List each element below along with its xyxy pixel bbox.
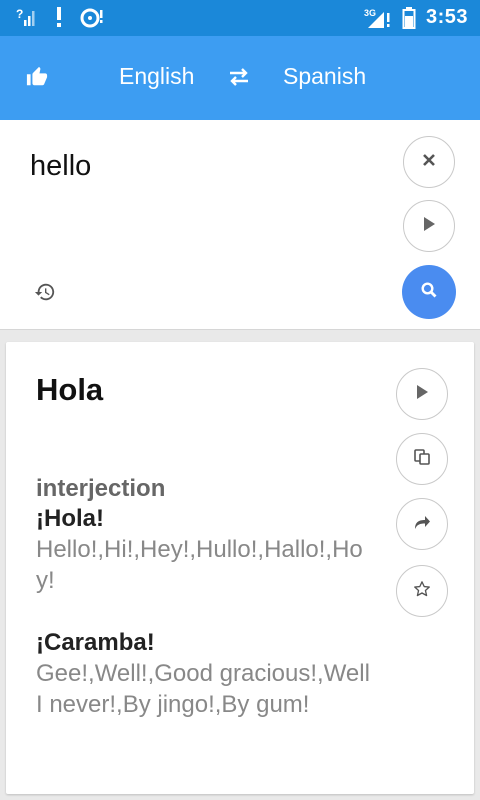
speak-input-button[interactable] xyxy=(403,200,455,252)
result-card: Hola interjection ¡Hola! Hello!,Hi!,Hey!… xyxy=(6,342,474,794)
swap-icon[interactable] xyxy=(228,67,250,87)
source-text-input[interactable]: hello xyxy=(30,150,91,183)
signal-3g-icon: 3G xyxy=(364,7,392,29)
headword: ¡Caramba! xyxy=(36,629,155,656)
play-icon xyxy=(422,216,436,237)
part-of-speech: interjection xyxy=(36,475,166,502)
svg-text:3G: 3G xyxy=(364,8,376,18)
copy-icon xyxy=(413,448,431,471)
disk-alert-icon xyxy=(80,6,106,28)
app-bar: English Spanish xyxy=(0,36,480,120)
favorite-button[interactable] xyxy=(396,565,448,617)
alert-icon xyxy=(54,6,64,28)
meanings: Hello!,Hi!,Hey!,Hullo!,Hallo!,Hoy! xyxy=(36,536,363,594)
share-button[interactable] xyxy=(396,498,448,550)
dictionary-entries: interjection ¡Hola! Hello!,Hi!,Hey!,Hull… xyxy=(36,474,378,720)
clear-button[interactable] xyxy=(403,136,455,188)
clock: 3:53 xyxy=(425,6,468,28)
list-item: interjection ¡Hola! Hello!,Hi!,Hey!,Hull… xyxy=(36,474,378,596)
status-bar: ? 3G 3:53 xyxy=(0,0,480,36)
list-item: ¡Caramba! Gee!,Well!,Good gracious!,Well… xyxy=(36,628,378,720)
copy-button[interactable] xyxy=(396,433,448,485)
battery-icon xyxy=(402,6,416,29)
translation-title: Hola xyxy=(36,372,104,407)
source-language-button[interactable]: English xyxy=(119,63,194,90)
signal-unknown-icon: ? xyxy=(16,6,38,28)
thumbs-up-icon[interactable] xyxy=(26,66,48,88)
target-language-button[interactable]: Spanish xyxy=(283,63,366,90)
play-icon xyxy=(415,384,429,405)
input-panel: hello xyxy=(0,120,480,330)
share-icon xyxy=(413,514,431,535)
meanings: Gee!,Well!,Good gracious!,Well I never!,… xyxy=(36,660,370,718)
star-icon xyxy=(413,580,431,603)
translate-button[interactable] xyxy=(402,265,456,319)
history-icon[interactable] xyxy=(34,281,56,303)
close-icon xyxy=(422,153,436,172)
speak-translation-button[interactable] xyxy=(396,368,448,420)
svg-text:?: ? xyxy=(16,7,23,21)
headword: ¡Hola! xyxy=(36,505,104,532)
search-icon xyxy=(420,281,438,304)
